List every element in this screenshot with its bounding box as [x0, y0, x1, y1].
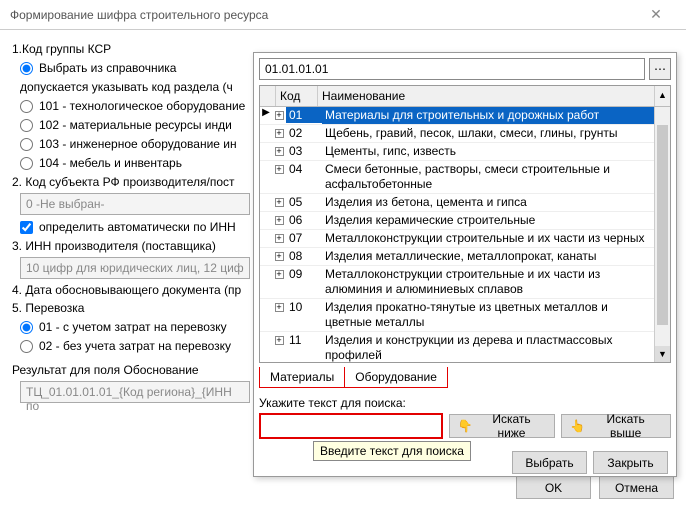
row-code: 11 — [286, 332, 322, 348]
row-code: 05 — [286, 194, 322, 210]
radio-transport-02-label: 02 - без учета затрат на перевозку — [39, 339, 231, 353]
row-name: Материалы для строительных и дорожных ра… — [322, 107, 654, 124]
table-row[interactable]: +02Щебень, гравий, песок, шлаки, смеси, … — [260, 125, 654, 143]
hand-down-icon: 👇 — [458, 419, 473, 433]
close-icon[interactable]: ✕ — [636, 6, 676, 23]
select-button[interactable]: Выбрать — [512, 451, 587, 474]
expand-icon[interactable]: + — [272, 332, 286, 346]
row-code: 06 — [286, 212, 322, 228]
col-code-header[interactable]: Код — [276, 86, 318, 106]
table-row[interactable]: +06Изделия керамические строительные — [260, 212, 654, 230]
check-auto-inn-label: определить автоматически по ИНН — [39, 220, 236, 234]
expand-icon[interactable]: + — [272, 230, 286, 244]
check-auto-inn[interactable] — [20, 221, 33, 234]
row-name: Изделия и конструкции из дерева и пластм… — [322, 332, 654, 362]
row-name: Металлоконструкции строительные и их час… — [322, 230, 654, 247]
table-row[interactable]: +09Металлоконструкции строительные и их … — [260, 266, 654, 299]
search-label: Укажите текст для поиска: — [259, 396, 671, 410]
inn-field[interactable]: 10 цифр для юридических лиц, 12 циф — [20, 257, 250, 279]
search-below-button[interactable]: 👇Искать ниже — [449, 414, 556, 438]
row-code: 03 — [286, 143, 322, 159]
search-above-button[interactable]: 👆Искать выше — [561, 414, 671, 438]
lookup-value-input[interactable] — [259, 58, 645, 80]
radio-transport-01-label: 01 - с учетом затрат на перевозку — [39, 320, 227, 334]
result-field: ТЦ_01.01.01.01_{Код региона}_{ИНН по — [20, 381, 250, 403]
row-code: 10 — [286, 299, 322, 315]
radio-select-from-ref-label: Выбрать из справочника — [39, 61, 176, 75]
row-code: 09 — [286, 266, 322, 282]
radio-101-label: 101 - технологическое оборудование — [39, 99, 245, 113]
row-code: 07 — [286, 230, 322, 246]
radio-select-from-ref[interactable] — [20, 62, 33, 75]
radio-104-label: 104 - мебель и инвентарь — [39, 156, 182, 170]
tab-equipment[interactable]: Оборудование — [344, 367, 448, 388]
expand-icon[interactable]: + — [272, 299, 286, 313]
radio-104[interactable] — [20, 157, 33, 170]
close-button[interactable]: Закрыть — [593, 451, 668, 474]
row-code: 04 — [286, 161, 322, 177]
scroll-down-icon[interactable]: ▼ — [655, 346, 670, 362]
col-name-header[interactable]: Наименование — [318, 86, 654, 106]
table-row[interactable]: ▶+01Материалы для строительных и дорожны… — [260, 107, 654, 125]
radio-101[interactable] — [20, 100, 33, 113]
row-code: 08 — [286, 248, 322, 264]
table-row[interactable]: +03Цементы, гипс, известь — [260, 143, 654, 161]
table-row[interactable]: +10Изделия прокатно-тянутые из цветных м… — [260, 299, 654, 332]
row-name: Щебень, гравий, песок, шлаки, смеси, гли… — [322, 125, 654, 142]
search-input[interactable] — [259, 413, 443, 439]
row-code: 01 — [286, 107, 322, 123]
expand-icon[interactable]: + — [272, 194, 286, 208]
table-row[interactable]: +04Смеси бетонные, растворы, смеси строи… — [260, 161, 654, 194]
table-row[interactable]: +08Изделия металлические, металлопрокат,… — [260, 248, 654, 266]
row-name: Изделия прокатно-тянутые из цветных мета… — [322, 299, 654, 331]
radio-transport-01[interactable] — [20, 321, 33, 334]
expand-icon[interactable]: + — [272, 161, 286, 175]
table-row[interactable]: +11Изделия и конструкции из дерева и пла… — [260, 332, 654, 362]
row-name: Изделия керамические строительные — [322, 212, 654, 229]
row-name: Металлоконструкции строительные и их час… — [322, 266, 654, 298]
radio-102-label: 102 - материальные ресурсы инди — [39, 118, 232, 132]
window-title: Формирование шифра строительного ресурса — [10, 8, 268, 22]
expand-icon[interactable]: + — [272, 212, 286, 226]
vertical-scrollbar[interactable]: ▼ — [654, 107, 670, 362]
tab-materials[interactable]: Материалы — [259, 367, 345, 388]
lookup-popup: ⋯ Код Наименование ▲ ▶+01Материалы для с… — [253, 52, 677, 477]
radio-transport-02[interactable] — [20, 340, 33, 353]
row-code: 02 — [286, 125, 322, 141]
row-name: Цементы, гипс, известь — [322, 143, 654, 160]
search-tooltip: Введите текст для поиска — [313, 441, 471, 461]
expand-icon[interactable]: + — [272, 266, 286, 280]
subject-code-field[interactable]: 0 -Не выбран- — [20, 193, 250, 215]
expand-icon[interactable]: + — [272, 248, 286, 262]
row-name: Изделия из бетона, цемента и гипса — [322, 194, 654, 211]
expand-icon[interactable]: + — [272, 143, 286, 157]
radio-102[interactable] — [20, 119, 33, 132]
browse-button[interactable]: ⋯ — [649, 58, 671, 80]
radio-103-label: 103 - инженерное оборудование ин — [39, 137, 237, 151]
hand-up-icon: 👆 — [570, 419, 585, 433]
expand-icon[interactable]: + — [272, 125, 286, 139]
expand-icon[interactable]: + — [272, 107, 286, 121]
table-row[interactable]: +05Изделия из бетона, цемента и гипса — [260, 194, 654, 212]
scrollbar-thumb[interactable] — [657, 125, 668, 325]
scroll-up-icon[interactable]: ▲ — [654, 86, 670, 106]
row-name: Изделия металлические, металлопрокат, ка… — [322, 248, 654, 265]
row-pointer-icon: ▶ — [260, 107, 272, 118]
row-name: Смеси бетонные, растворы, смеси строител… — [322, 161, 654, 193]
catalog-grid: Код Наименование ▲ ▶+01Материалы для стр… — [259, 85, 671, 363]
radio-103[interactable] — [20, 138, 33, 151]
table-row[interactable]: +07Металлоконструкции строительные и их … — [260, 230, 654, 248]
